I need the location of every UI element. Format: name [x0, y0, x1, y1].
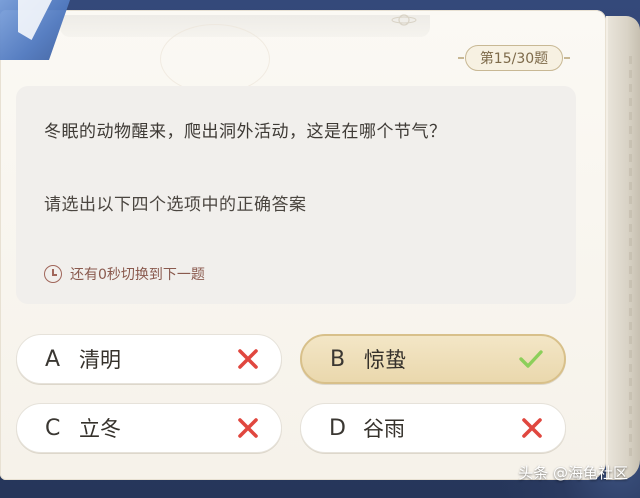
- option-letter: C: [45, 415, 61, 441]
- watermark-text: 头条 @海龟社区: [518, 464, 628, 482]
- cross-icon: [238, 349, 258, 369]
- question-counter: 第15/30题: [458, 42, 570, 74]
- card-page-edge: [606, 16, 640, 480]
- option-text: 清明: [79, 348, 121, 372]
- cross-icon: [522, 418, 542, 438]
- watermark: 头条 @海龟社区: [518, 462, 628, 483]
- cross-icon: [238, 418, 258, 438]
- instruction-text: 请选出以下四个选项中的正确答案: [44, 195, 307, 215]
- option-c-button[interactable]: C 立冬: [16, 403, 282, 453]
- option-b-button[interactable]: B 惊蛰: [300, 334, 566, 384]
- edge-stitching: [629, 56, 632, 456]
- planet-icon: [391, 14, 417, 26]
- clock-icon: [44, 265, 62, 283]
- astrolabe-ornament: [160, 24, 270, 94]
- option-text: 惊蛰: [364, 348, 406, 372]
- countdown-timer: 还有0秒切换到下一题: [44, 264, 205, 284]
- option-d-button[interactable]: D 谷雨: [300, 403, 566, 453]
- timer-text: 还有0秒切换到下一题: [70, 267, 205, 283]
- counter-label: 第15/30题: [464, 45, 564, 71]
- option-text: 立冬: [79, 417, 121, 441]
- counter-deco-right: [564, 57, 570, 59]
- question-text: 冬眠的动物醒来，爬出洞外活动，这是在哪个节气？: [44, 122, 447, 142]
- option-letter: D: [329, 415, 346, 441]
- option-text: 谷雨: [363, 417, 405, 441]
- option-a-button[interactable]: A 清明: [16, 334, 282, 384]
- counter-deco-left: [458, 57, 464, 59]
- option-letter: A: [45, 346, 61, 372]
- option-letter: B: [330, 346, 346, 372]
- check-icon: [519, 350, 543, 368]
